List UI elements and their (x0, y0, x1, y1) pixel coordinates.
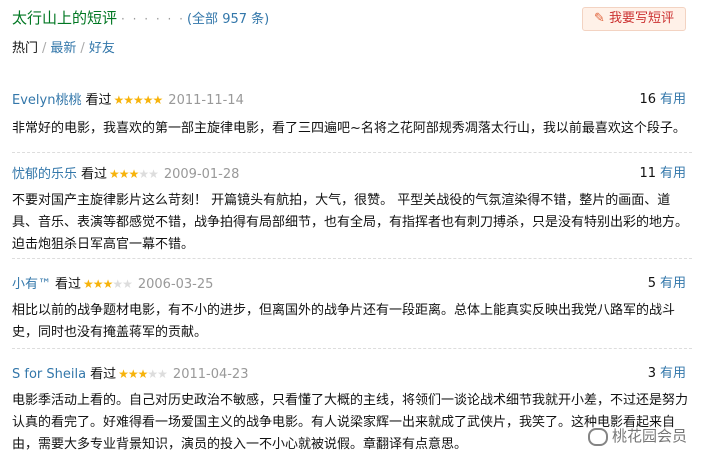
sort-tabs: 热门 / 最新 / 好友 (12, 40, 115, 58)
star-filled-icon: ★ (102, 277, 114, 291)
useful-vote[interactable]: 3 有用 (648, 364, 686, 384)
star-empty-icon: ★ (157, 367, 168, 381)
rating-stars: ★★★★★ (109, 167, 159, 181)
review-meta: S for Sheila 看过 ★★★★★ 2011-04-23 (12, 364, 248, 384)
review-user-link[interactable]: Evelyn桃桃 (12, 93, 81, 108)
useful-button[interactable]: 有用 (660, 92, 686, 107)
review-user-link[interactable]: 忧郁的乐乐 (12, 167, 77, 182)
star-filled-icon: ★ (142, 93, 154, 107)
star-empty-icon: ★ (122, 277, 133, 291)
useful-count: 5 (647, 276, 656, 291)
review-meta: 小有™ 看过 ★★★★★ 2006-03-25 (12, 274, 213, 294)
tab-friends[interactable]: 好友 (89, 41, 115, 56)
write-review-label: 我要写短评 (608, 11, 674, 26)
useful-button[interactable]: 有用 (660, 366, 686, 381)
star-filled-icon: ★ (123, 93, 134, 107)
tab-separator: / (42, 41, 47, 56)
rating-stars: ★★★★★ (118, 367, 168, 381)
review-meta: 忧郁的乐乐 看过 ★★★★★ 2009-01-28 (12, 164, 239, 184)
review-date: 2009-01-28 (163, 167, 240, 182)
star-filled-icon: ★ (118, 167, 130, 181)
tab-hot[interactable]: 热门 (12, 41, 38, 56)
wechat-icon (587, 427, 608, 446)
useful-button[interactable]: 有用 (660, 276, 686, 291)
review-date: 2011-04-23 (172, 367, 249, 382)
review-content: 电影季活动上看的。自己对历史政治不敏感，只看懂了大概的主线，将领们一谈论战术细节… (12, 393, 689, 452)
useful-vote[interactable]: 16 有用 (639, 90, 686, 110)
useful-vote[interactable]: 11 有用 (639, 164, 686, 184)
star-empty-icon: ★ (148, 167, 159, 181)
review-status: 看过 (85, 93, 112, 108)
useful-vote[interactable]: 5 有用 (648, 274, 686, 294)
review-status: 看过 (90, 367, 117, 382)
review-content: 非常好的电影，我喜欢的第一部主旋律电影，看了三四遍吧~名将之花阿部规秀凋落太行山… (12, 121, 686, 136)
review-divider (12, 348, 692, 349)
watermark-text: 桃花园会员 (611, 427, 687, 445)
review-divider (12, 258, 692, 259)
star-filled-icon: ★ (113, 93, 124, 107)
star-filled-icon: ★ (152, 93, 164, 107)
star-filled-icon: ★ (109, 167, 120, 181)
review-date: 2006-03-25 (137, 277, 214, 292)
star-empty-icon: ★ (112, 277, 123, 291)
star-filled-icon: ★ (128, 167, 140, 181)
star-filled-icon: ★ (133, 93, 144, 107)
review-content: 相比以前的战争题材电影，有不小的进步，但离国外的战争片还有一段距离。总体上能真实… (12, 303, 676, 340)
comments-header: 太行山上的短评 · · · · · · (全部 957 条) ✎ 我要写短评 (12, 7, 692, 33)
star-empty-icon: ★ (147, 367, 158, 381)
tab-latest[interactable]: 最新 (50, 41, 76, 56)
star-filled-icon: ★ (127, 367, 139, 381)
title-dots: · · · · · · (121, 12, 185, 26)
watermark: 桃花园会员 (587, 425, 687, 446)
review-meta: Evelyn桃桃 看过 ★★★★★ 2011-11-14 (12, 90, 244, 110)
star-filled-icon: ★ (92, 277, 104, 291)
write-review-button[interactable]: ✎ 我要写短评 (582, 7, 686, 31)
useful-count: 3 (647, 366, 656, 381)
star-filled-icon: ★ (118, 367, 129, 381)
review-date: 2011-11-14 (168, 93, 244, 108)
useful-count: 16 (639, 92, 656, 107)
useful-count: 11 (639, 166, 656, 181)
page-title: 太行山上的短评 · · · · · · (全部 957 条) (12, 7, 269, 31)
star-filled-icon: ★ (83, 277, 94, 291)
total-count-link[interactable]: (全部 957 条) (187, 12, 269, 27)
rating-stars: ★★★★★ (83, 277, 133, 291)
star-filled-icon: ★ (137, 367, 149, 381)
review-status: 看过 (55, 277, 82, 292)
review-divider (12, 152, 692, 153)
review-user-link[interactable]: S for Sheila (12, 367, 86, 382)
review-user-link[interactable]: 小有™ (12, 277, 51, 292)
review-content: 不要对国产主旋律影片这么苛刻！ 开篇镜头有航拍，大气，很赞。 平型关战役的气氛渲… (12, 193, 689, 252)
review-status: 看过 (81, 167, 108, 182)
tab-separator: / (80, 41, 85, 56)
title-text: 太行山上的短评 (12, 9, 118, 27)
pencil-icon: ✎ (594, 11, 605, 26)
rating-stars: ★★★★★ (113, 93, 164, 107)
useful-button[interactable]: 有用 (660, 166, 686, 181)
star-empty-icon: ★ (138, 167, 149, 181)
